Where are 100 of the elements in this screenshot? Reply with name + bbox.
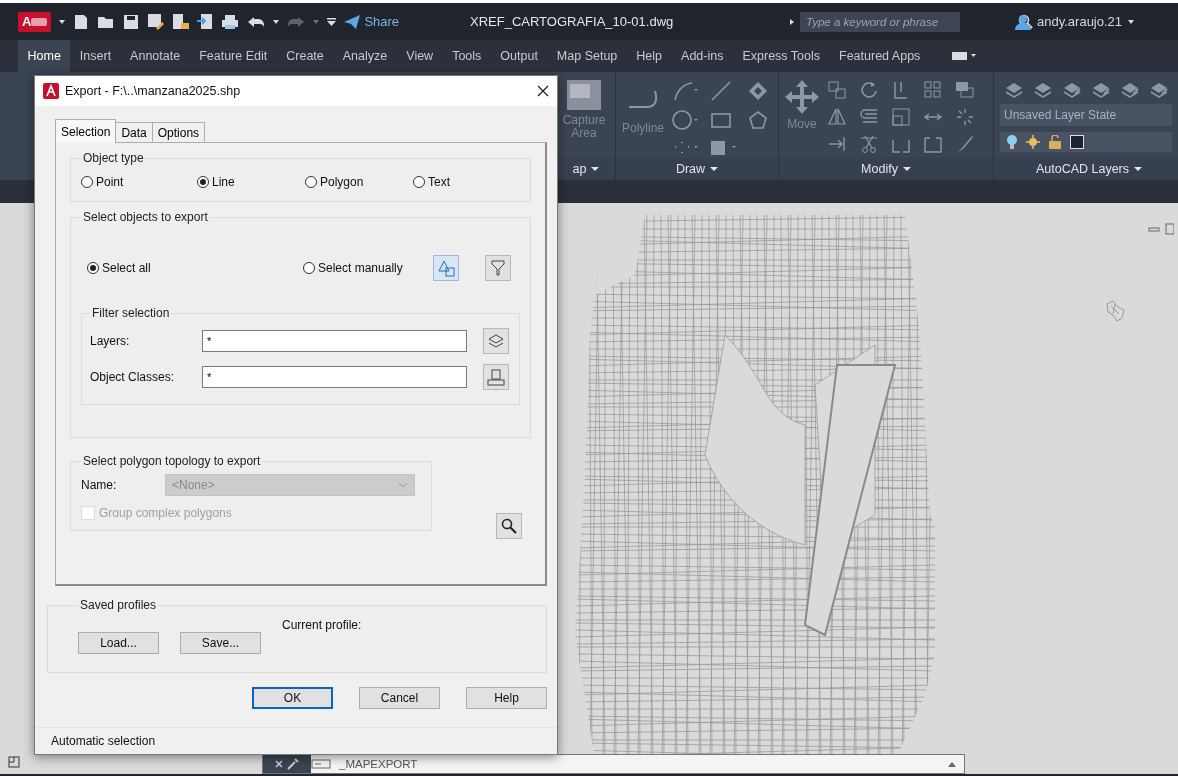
- radio-button[interactable]: Select all: [87, 261, 303, 275]
- hatch-icon[interactable]: [710, 138, 737, 156]
- circle-icon[interactable]: [672, 109, 699, 131]
- sheet-icon[interactable]: [172, 13, 190, 30]
- save-icon[interactable]: [123, 13, 140, 30]
- caret-up-icon[interactable]: [948, 761, 956, 767]
- arc-icon[interactable]: [672, 80, 699, 102]
- layer-control[interactable]: [1000, 132, 1172, 152]
- layer-off-icon[interactable]: [1120, 80, 1140, 98]
- radio-button[interactable]: Point: [81, 175, 197, 189]
- layer-edit-icon[interactable]: [1062, 80, 1082, 98]
- text-field[interactable]: *: [202, 330, 467, 352]
- overlap-icon[interactable]: [955, 80, 975, 100]
- panel-title[interactable]: AutoCAD Layers: [994, 158, 1178, 180]
- layer-state-dropdown[interactable]: Unsaved Layer State: [1000, 104, 1172, 126]
- ribbon-tab[interactable]: Feature Edit: [189, 40, 277, 72]
- ribbon-tab[interactable]: Map Setup: [547, 40, 627, 72]
- radio-indicator[interactable]: [413, 176, 425, 188]
- ribbon-tab[interactable]: Tools: [442, 40, 491, 72]
- radio-indicator[interactable]: [305, 176, 317, 188]
- dialog-button[interactable]: Cancel: [359, 687, 440, 709]
- scissors-icon[interactable]: [859, 134, 879, 154]
- file-title: XREF_CARTOGRAFIA_10-01.dwg: [470, 14, 675, 29]
- object-classes-button[interactable]: [483, 364, 509, 390]
- ribbon-tab[interactable]: Create: [276, 40, 334, 72]
- ribbon-tab[interactable]: Help: [626, 40, 672, 72]
- layer-properties-icon[interactable]: [1004, 80, 1024, 98]
- radio-indicator[interactable]: [303, 262, 315, 274]
- print-icon[interactable]: [221, 13, 240, 30]
- join-icon[interactable]: [923, 134, 943, 154]
- user-name[interactable]: andy.araujo.21: [1037, 14, 1123, 29]
- app-logo[interactable]: A: [18, 11, 52, 32]
- radio-indicator[interactable]: [81, 176, 93, 188]
- ribbon-tab[interactable]: Home: [18, 40, 71, 72]
- mirror-icon[interactable]: [827, 107, 847, 127]
- scale-icon[interactable]: [891, 107, 911, 127]
- ribbon-tab[interactable]: Output: [490, 40, 548, 72]
- workspace-icon[interactable]: [951, 51, 976, 61]
- select-manually-button[interactable]: [433, 255, 459, 281]
- search-button[interactable]: [496, 513, 522, 539]
- caret-icon[interactable]: [1134, 167, 1143, 171]
- import-icon[interactable]: [197, 13, 214, 30]
- search-field[interactable]: Type a keyword or phrase: [800, 11, 960, 32]
- close-button[interactable]: [537, 85, 549, 97]
- ribbon-tab[interactable]: Insert: [70, 40, 121, 72]
- caret-icon[interactable]: [591, 167, 600, 171]
- dialog-tab[interactable]: Selection: [55, 119, 117, 143]
- diamond-icon[interactable]: [748, 81, 769, 101]
- panel-title[interactable]: Modify: [779, 158, 993, 180]
- share-button[interactable]: Share: [344, 14, 400, 29]
- customize-icon[interactable]: [327, 17, 337, 26]
- caret-icon[interactable]: [1128, 19, 1135, 24]
- dialog-button[interactable]: OK: [252, 687, 333, 709]
- explode-icon[interactable]: [955, 107, 975, 127]
- radio-button[interactable]: Line: [197, 175, 305, 189]
- ribbon-tab[interactable]: Analyze: [333, 40, 397, 72]
- ribbon-tab[interactable]: Annotate: [120, 40, 190, 72]
- panel-title[interactable]: Draw: [616, 158, 778, 180]
- caret-icon[interactable]: [59, 19, 66, 24]
- undo-icon[interactable]: [247, 14, 266, 29]
- folder-icon[interactable]: [97, 14, 116, 29]
- extend-icon[interactable]: [827, 134, 847, 154]
- layer-isolate-icon[interactable]: [1149, 80, 1169, 98]
- rotate-icon[interactable]: [859, 80, 879, 100]
- close-icon[interactable]: [275, 760, 283, 768]
- viewport-controls-icon[interactable]: [1148, 223, 1174, 235]
- profile-button[interactable]: Save...: [180, 632, 261, 654]
- layers-button[interactable]: [483, 328, 509, 354]
- rectangle-icon[interactable]: [710, 111, 733, 129]
- layer-stack-icon[interactable]: [1033, 80, 1053, 98]
- panel-title[interactable]: ap: [557, 158, 615, 180]
- caret-right-icon[interactable]: [790, 18, 794, 25]
- radio-indicator[interactable]: [197, 176, 209, 188]
- copy-icon[interactable]: [827, 80, 847, 100]
- caret-icon[interactable]: [710, 167, 719, 171]
- profile-button[interactable]: Load...: [78, 632, 159, 654]
- pentagon-icon[interactable]: [748, 110, 769, 130]
- caret-icon[interactable]: [902, 167, 911, 171]
- radio-button[interactable]: Text: [413, 175, 513, 189]
- radio-button[interactable]: Select manually: [303, 261, 433, 275]
- points-icon[interactable]: [672, 140, 699, 154]
- array-icon[interactable]: [923, 80, 943, 100]
- radio-indicator[interactable]: [87, 262, 99, 274]
- ribbon-tab[interactable]: View: [396, 40, 443, 72]
- ribbon-tab[interactable]: Featured Apps: [829, 40, 930, 72]
- redo-icon[interactable]: [287, 14, 306, 29]
- text-field[interactable]: *: [202, 366, 467, 388]
- dialog-button[interactable]: Help: [466, 687, 547, 709]
- line-icon[interactable]: [710, 80, 733, 102]
- ribbon-tab[interactable]: Express Tools: [732, 40, 830, 72]
- filter-button[interactable]: [485, 255, 511, 281]
- caret-icon[interactable]: [273, 19, 280, 24]
- layer-match-icon[interactable]: [1091, 80, 1111, 98]
- dialog-tab[interactable]: Options: [151, 122, 206, 142]
- radio-button[interactable]: Polygon: [305, 175, 413, 189]
- command-toolbar[interactable]: [263, 755, 311, 773]
- new-file-icon[interactable]: [73, 13, 90, 30]
- wrench-icon[interactable]: [287, 758, 299, 770]
- ribbon-tab[interactable]: Add-ins: [671, 40, 733, 72]
- save-as-icon[interactable]: [147, 13, 165, 30]
